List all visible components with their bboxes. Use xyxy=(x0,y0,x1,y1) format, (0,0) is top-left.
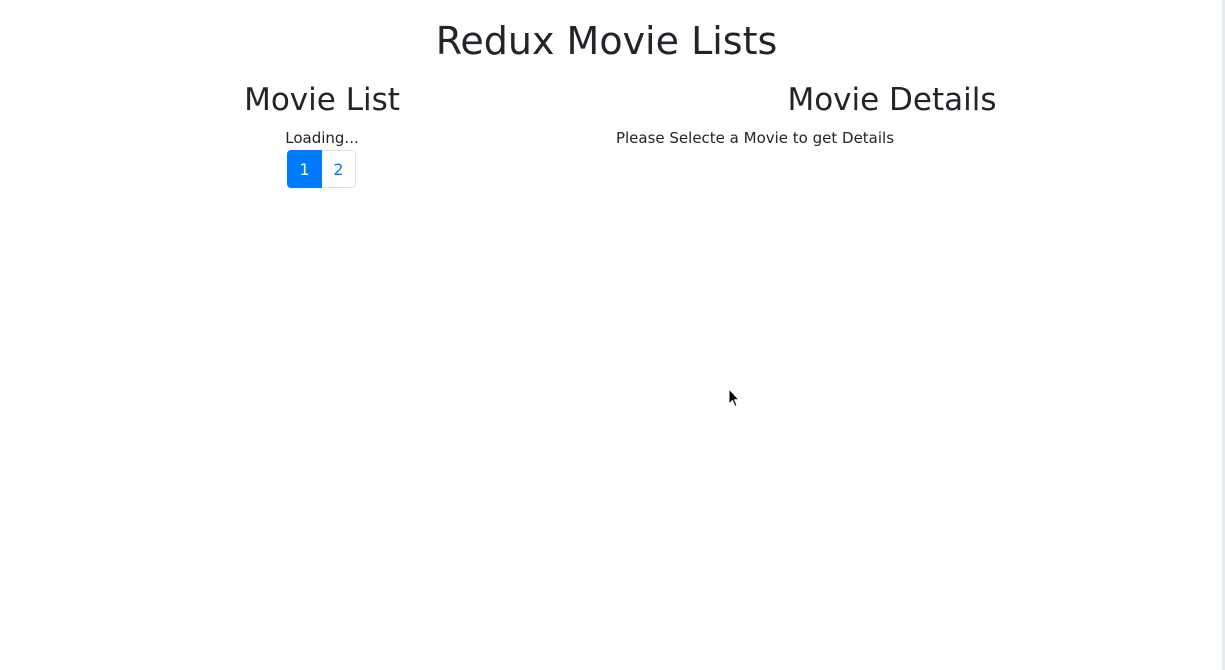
page-2-button[interactable]: 2 xyxy=(322,150,356,188)
page: Redux Movie Lists Movie List Loading... … xyxy=(0,0,1225,670)
mouse-pointer-icon xyxy=(728,388,740,408)
movie-list-heading: Movie List xyxy=(244,82,400,118)
movie-details-heading: Movie Details xyxy=(787,82,997,118)
loading-status: Loading... xyxy=(285,129,359,147)
page-1-button[interactable]: 1 xyxy=(287,150,322,188)
details-placeholder: Please Selecte a Movie to get Details xyxy=(615,129,895,147)
pagination: 1 2 xyxy=(287,150,356,188)
page-title: Redux Movie Lists xyxy=(435,19,778,63)
